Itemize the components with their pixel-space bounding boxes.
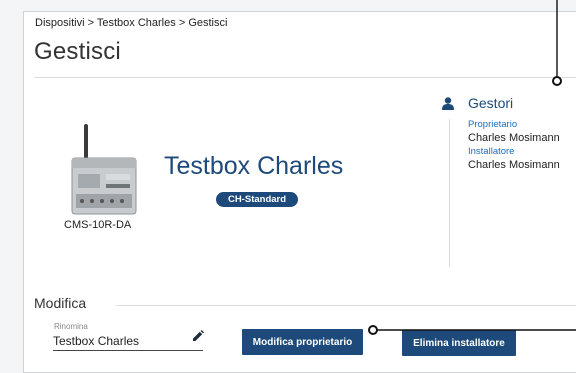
- modifica-section-title: Modifica: [34, 295, 87, 311]
- rename-label: Rinomina: [54, 322, 88, 331]
- manage-device-card: Dispositivi > Testbox Charles > Gestisci…: [23, 11, 576, 373]
- pencil-icon[interactable]: [192, 330, 204, 342]
- divider: [116, 305, 576, 306]
- plan-badge: CH-Standard: [216, 192, 299, 207]
- owner-name: Charles Mosimann: [468, 132, 560, 144]
- role-installer: Installatore: [468, 146, 515, 157]
- breadcrumb-separator: >: [178, 17, 186, 29]
- role-owner: Proprietario: [468, 119, 518, 130]
- breadcrumb-item-current: Gestisci: [188, 17, 228, 29]
- change-owner-button[interactable]: Modifica proprietario: [242, 329, 363, 355]
- rename-input[interactable]: [53, 332, 203, 351]
- installer-name: Charles Mosimann: [468, 159, 560, 171]
- remove-installer-button[interactable]: Elimina installatore: [402, 330, 516, 356]
- breadcrumb-item-device[interactable]: Testbox Charles: [97, 17, 176, 29]
- device-image: [71, 124, 137, 215]
- gestori-header: Gestori: [442, 95, 513, 111]
- gestori-list: Proprietario Charles Mosimann Installato…: [449, 119, 560, 267]
- breadcrumb-separator: >: [87, 17, 95, 29]
- divider: [34, 77, 576, 78]
- user-icon: [442, 96, 454, 110]
- device-name: Testbox Charles: [164, 152, 344, 180]
- device-model: CMS-10R-DA: [64, 219, 132, 231]
- page-title: Gestisci: [34, 38, 121, 65]
- breadcrumb-item-dispositivi[interactable]: Dispositivi: [35, 17, 85, 29]
- breadcrumb: Dispositivi > Testbox Charles > Gestisci: [35, 17, 227, 29]
- gestori-title: Gestori: [468, 95, 514, 111]
